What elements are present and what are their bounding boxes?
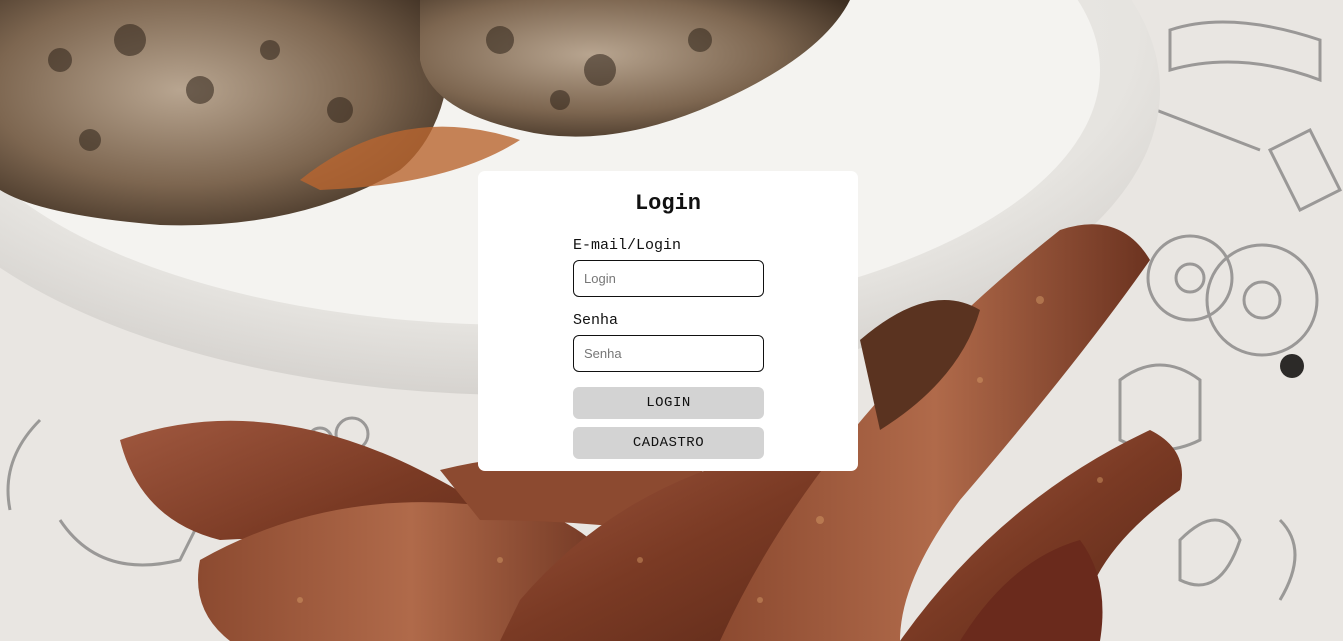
login-card: Login E-mail/Login Senha LOGIN CADASTRO (478, 171, 858, 471)
login-title: Login (634, 191, 701, 216)
signup-button[interactable]: CADASTRO (573, 427, 764, 459)
password-field[interactable] (573, 335, 764, 372)
email-label: E-mail/Login (573, 237, 682, 254)
email-field[interactable] (573, 260, 764, 297)
password-label: Senha (573, 312, 619, 329)
login-button[interactable]: LOGIN (573, 387, 764, 419)
